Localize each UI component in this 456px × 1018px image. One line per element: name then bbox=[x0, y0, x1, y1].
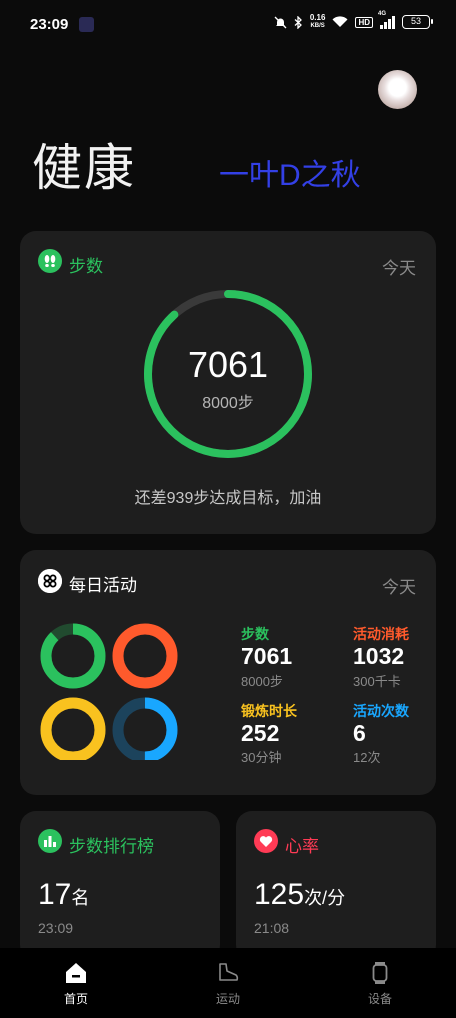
signal-icon: 4G bbox=[378, 11, 395, 29]
daily-activity-card[interactable]: 每日活动 今天 步数 7061 8000步 活动消耗 1032 300千卡 锻炼… bbox=[20, 550, 436, 795]
watch-icon bbox=[372, 962, 388, 984]
stat-label-exercise: 锻炼时长 bbox=[241, 703, 297, 719]
ranking-time: 23:09 bbox=[38, 920, 74, 936]
page-title: 健康 bbox=[32, 140, 136, 196]
stat-label-calories: 活动消耗 bbox=[353, 626, 409, 642]
activity-card-title: 每日活动 bbox=[69, 576, 137, 595]
home-icon bbox=[66, 963, 86, 983]
footprints-icon bbox=[38, 249, 62, 273]
stat-label-steps: 步数 bbox=[241, 626, 269, 642]
wifi-icon bbox=[332, 16, 348, 27]
tab-home[interactable]: 首页 bbox=[36, 960, 116, 1007]
stat-value-calories: 1032 bbox=[353, 643, 405, 669]
ranking-value: 17名 bbox=[38, 878, 90, 911]
heart-rate-card[interactable]: 心率 125次/分 21:08 bbox=[236, 811, 436, 961]
activity-rings bbox=[40, 623, 178, 760]
heart-rate-value: 125次/分 bbox=[254, 878, 346, 911]
stat-label-sessions: 活动次数 bbox=[353, 703, 409, 719]
hd-badge: HD bbox=[355, 16, 373, 28]
activity-icon bbox=[38, 569, 62, 593]
step-ranking-card[interactable]: 步数排行榜 17名 23:09 bbox=[20, 811, 220, 961]
watermark-text: 一叶D之秋 bbox=[219, 159, 361, 192]
tab-exercise[interactable]: 运动 bbox=[188, 960, 268, 1007]
steps-value: 7061 bbox=[187, 344, 269, 385]
bluetooth-icon bbox=[294, 15, 302, 29]
tab-devices-label: 设备 bbox=[367, 992, 392, 1006]
ranking-card-title: 步数排行榜 bbox=[69, 837, 154, 856]
stat-sub-exercise: 30分钟 bbox=[241, 750, 282, 765]
net-speed: 0.16 KB/S bbox=[309, 13, 326, 30]
activity-card-period: 今天 bbox=[382, 578, 416, 597]
stat-sub-steps: 8000步 bbox=[241, 674, 283, 689]
status-icons: 0.16 KB/S HD 4G 53 bbox=[274, 11, 433, 30]
exercise-ring-icon bbox=[40, 697, 106, 760]
status-time: 23:09 bbox=[30, 16, 69, 33]
tab-home-label: 首页 bbox=[63, 992, 88, 1006]
mute-bell-icon bbox=[274, 16, 287, 28]
heart-card-title: 心率 bbox=[285, 837, 319, 856]
heart-icon bbox=[254, 829, 278, 853]
shoe-icon bbox=[219, 963, 239, 981]
app-notification-icon bbox=[79, 17, 94, 32]
steps-card-title: 步数 bbox=[69, 257, 103, 276]
stat-sub-sessions: 12次 bbox=[353, 750, 381, 765]
stat-sub-calories: 300千卡 bbox=[353, 674, 401, 689]
steps-goal: 8000步 bbox=[202, 395, 254, 412]
user-avatar[interactable] bbox=[378, 70, 417, 109]
steps-card-period: 今天 bbox=[382, 259, 416, 278]
bottom-tab-bar: 首页 运动 设备 bbox=[0, 948, 456, 1018]
steps-card[interactable]: 步数 今天 7061 8000步 还差939步达成目标，加油 bbox=[20, 231, 436, 534]
calories-ring-icon bbox=[112, 623, 178, 689]
steps-message: 还差939步达成目标，加油 bbox=[134, 490, 322, 507]
battery-icon: 53 bbox=[402, 15, 433, 29]
steps-progress-ring: 7061 8000步 bbox=[140, 286, 316, 462]
stat-value-sessions: 6 bbox=[353, 720, 366, 746]
ranking-icon bbox=[38, 829, 62, 853]
status-bar: 23:09 0.16 KB/S HD 4G 53 bbox=[0, 0, 456, 52]
stat-value-exercise: 252 bbox=[241, 720, 280, 746]
tab-devices[interactable]: 设备 bbox=[340, 960, 420, 1007]
steps-ring-icon bbox=[40, 623, 106, 689]
tab-exercise-label: 运动 bbox=[215, 992, 240, 1006]
stat-value-steps: 7061 bbox=[241, 643, 293, 669]
heart-rate-time: 21:08 bbox=[254, 920, 290, 936]
